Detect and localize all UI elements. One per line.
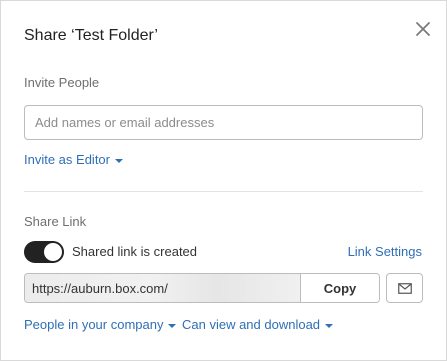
invite-role-dropdown[interactable]: Invite as Editor [24, 152, 123, 167]
link-access-label: People in your company [24, 317, 164, 332]
envelope-icon [397, 282, 412, 294]
email-link-button[interactable] [386, 273, 423, 303]
shared-link-url-field[interactable] [25, 274, 301, 302]
close-icon [416, 22, 430, 36]
toggle-knob [44, 243, 62, 261]
share-link-heading: Share Link [24, 214, 87, 229]
dialog-title: Share ‘Test Folder’ [24, 27, 158, 44]
shared-link-group: Copy [24, 273, 380, 303]
invite-email-input[interactable] [24, 105, 423, 140]
invite-people-heading: Invite People [24, 75, 100, 90]
caret-down-icon [325, 323, 334, 328]
share-dialog: Share ‘Test Folder’ Invite People Invite… [0, 0, 447, 361]
link-permission-label: Can view and download [182, 317, 321, 332]
close-button[interactable] [411, 17, 435, 41]
invite-role-label: Invite as Editor [24, 152, 110, 167]
link-access-dropdown[interactable]: People in your company [24, 317, 177, 332]
section-divider [24, 191, 423, 192]
caret-down-icon [115, 158, 123, 163]
caret-down-icon [168, 323, 177, 328]
copy-button[interactable]: Copy [301, 274, 379, 302]
link-permission-dropdown[interactable]: Can view and download [182, 317, 334, 332]
link-settings-link[interactable]: Link Settings [348, 244, 422, 259]
shared-link-toggle[interactable] [24, 241, 64, 263]
shared-link-status-label: Shared link is created [72, 244, 198, 259]
